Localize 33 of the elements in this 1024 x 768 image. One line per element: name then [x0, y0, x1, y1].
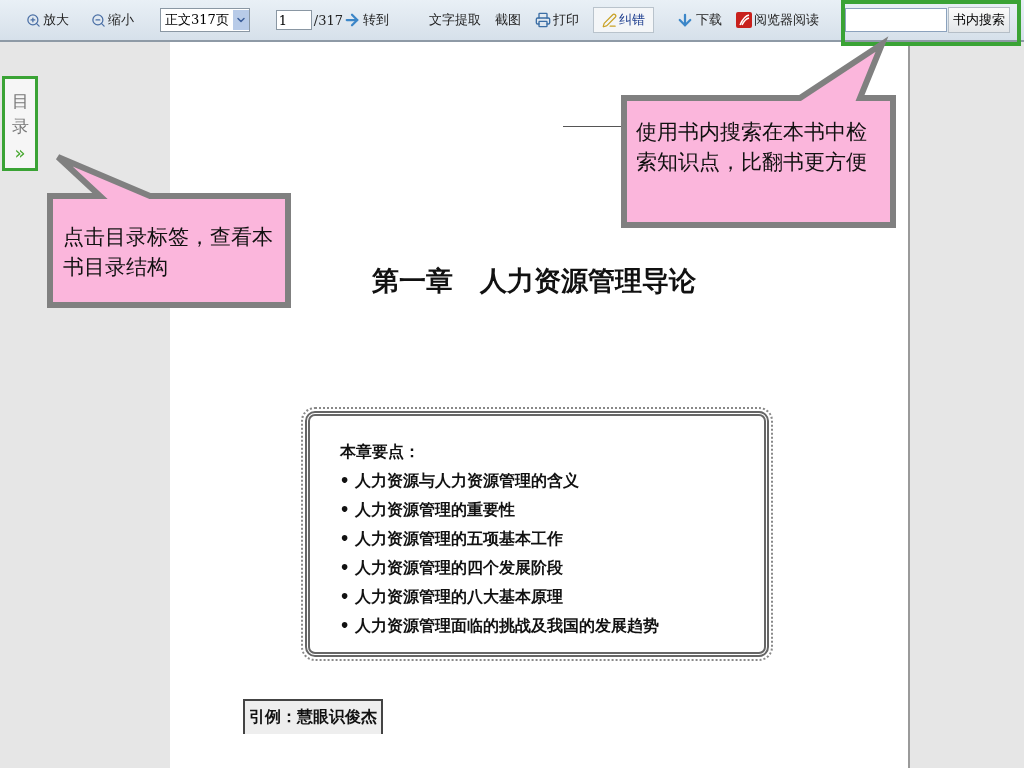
summary-heading: 本章要点：	[339, 442, 421, 463]
page-select[interactable]: 正文317页	[160, 8, 250, 32]
example-heading: 引例：慧眼识俊杰	[243, 699, 383, 734]
summary-item: • 人力资源与人力资源管理的含义	[339, 471, 581, 492]
printer-icon	[535, 12, 552, 28]
pen-icon	[602, 12, 618, 28]
zoom-in-icon	[26, 12, 41, 28]
summary-item: • 人力资源管理的重要性	[339, 500, 517, 521]
toolbar-button[interactable]: 截图	[495, 11, 522, 29]
callout-text: 使用书内搜索在本书中检索知识点，比翻书更方便	[636, 119, 868, 176]
contents-tab[interactable]: 目录 »	[2, 76, 38, 172]
reader-button[interactable]: 阅览器阅读	[736, 11, 820, 29]
expand-arrow: »	[14, 144, 26, 163]
zoom-out-button[interactable]: 缩小	[91, 11, 134, 29]
toolbar-button[interactable]: 文字提取	[429, 11, 482, 29]
callout-text: 点击目录标签，查看本书目录结构	[63, 224, 274, 281]
summary-item: • 人力资源管理面临的挑战及我国的发展趋势	[339, 616, 661, 637]
page-total: /317	[313, 12, 344, 28]
summary-item: • 人力资源管理的五项基本工作	[339, 529, 565, 550]
search-input[interactable]	[845, 8, 947, 32]
search-button[interactable]: 书内搜索	[948, 7, 1010, 33]
print-button[interactable]: 打印	[535, 11, 580, 29]
zoom-out-icon	[91, 12, 106, 28]
zoom-in-button[interactable]: 放大	[26, 11, 69, 29]
page-number-input[interactable]: 1	[275, 10, 312, 30]
summary-item: • 人力资源管理的四个发展阶段	[339, 558, 565, 579]
contents-tab-label: 目录	[11, 90, 29, 138]
reader-logo-icon	[736, 12, 753, 28]
report-error-button[interactable]: 纠错	[593, 7, 655, 33]
chapter-title: 第一章 人力资源管理导论	[372, 264, 696, 298]
goto-button[interactable]: 转到	[343, 11, 390, 29]
summary-item: • 人力资源管理的八大基本原理	[339, 587, 565, 608]
download-button[interactable]: 下载	[676, 11, 723, 29]
